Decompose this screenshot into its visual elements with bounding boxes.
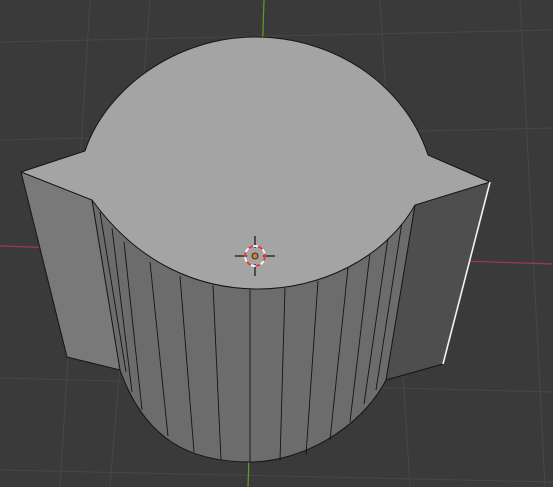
3d-viewport[interactable] (0, 0, 553, 487)
viewport-scene[interactable] (0, 0, 553, 487)
